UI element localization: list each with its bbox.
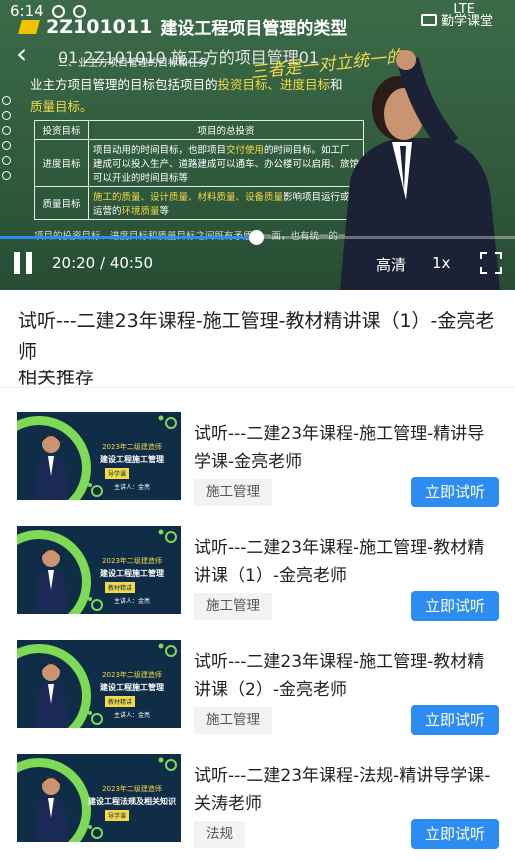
cell-text: 项目动用的时间目标，也即项目 bbox=[93, 145, 227, 156]
pause-icon bbox=[14, 252, 20, 274]
bullet-icon bbox=[2, 111, 11, 120]
slide-text-end: 质量目标。 bbox=[30, 99, 93, 114]
category-tag: 法规 bbox=[194, 821, 245, 848]
bullet-icon bbox=[2, 141, 11, 150]
thumb-type: 教材精讲 bbox=[105, 582, 136, 593]
pause-icon bbox=[26, 252, 32, 274]
chapter-header: 2Z101011 建设工程项目管理的类型 bbox=[18, 14, 348, 39]
bullet-icon bbox=[2, 156, 11, 165]
back-button[interactable]: ‹ bbox=[16, 40, 27, 68]
try-listen-button[interactable]: 立即试听 bbox=[411, 705, 499, 735]
decor-circles-icon bbox=[88, 711, 103, 725]
thumb-course: 建设工程施工管理 bbox=[100, 569, 164, 578]
fullscreen-icon[interactable] bbox=[480, 252, 502, 274]
recommendation-card[interactable]: 2023年二级建造师 建设工程法规及相关知识 导学课 试听---二建23年课程-… bbox=[0, 754, 515, 861]
table-cell-label: 质量目标 bbox=[34, 186, 89, 220]
cell-highlight: 环境质量 bbox=[121, 206, 160, 217]
recommendation-card[interactable]: 2023年二级建造师 建设工程施工管理 导学课 主讲人：金亮 试听---二建23… bbox=[0, 412, 515, 524]
bullet-icon bbox=[2, 171, 11, 180]
bullet-icon bbox=[2, 126, 11, 135]
try-listen-button[interactable]: 立即试听 bbox=[411, 477, 499, 507]
decor-dots-icon bbox=[158, 529, 177, 543]
chapter-mark-icon bbox=[18, 19, 40, 34]
decor-dots-icon bbox=[158, 757, 177, 771]
recommendation-card[interactable]: 2023年二级建造师 建设工程施工管理 教材精讲 主讲人：金亮 试听---二建2… bbox=[0, 640, 515, 752]
thumb-year: 2023年二级建造师 bbox=[102, 785, 162, 793]
course-thumbnail[interactable]: 2023年二级建造师 建设工程施工管理 教材精讲 主讲人：金亮 bbox=[17, 526, 181, 628]
brand-logo-icon bbox=[420, 13, 437, 26]
recommendation-title[interactable]: 试听---二建23年课程-法规-精讲导学课-关涛老师 bbox=[194, 762, 500, 818]
chapter-title: 建设工程项目管理的类型 bbox=[160, 19, 348, 39]
decor-dots-icon bbox=[158, 415, 177, 429]
thumb-year: 2023年二级建造师 bbox=[102, 443, 162, 451]
table-cell-label: 进度目标 bbox=[34, 139, 89, 187]
thumb-type: 导学课 bbox=[105, 810, 130, 821]
divider bbox=[0, 387, 515, 388]
thumb-type: 导学课 bbox=[105, 468, 130, 479]
cell-highlight: 交付使用 bbox=[226, 145, 265, 156]
category-tag: 施工管理 bbox=[194, 593, 272, 620]
decor-circles-icon bbox=[88, 483, 103, 497]
recommendation-title[interactable]: 试听---二建23年课程-施工管理-精讲导学课-金亮老师 bbox=[194, 420, 500, 476]
category-tag: 施工管理 bbox=[194, 479, 272, 506]
decor-circles-icon bbox=[88, 597, 103, 611]
table-header: 投资目标 bbox=[34, 120, 89, 140]
thumbnail-stripe bbox=[17, 728, 181, 742]
cell-highlight: 施工的质量、设计质量、材料质量、设备质量 bbox=[93, 192, 284, 203]
progress-bar[interactable] bbox=[0, 230, 515, 245]
category-tag: 施工管理 bbox=[194, 707, 272, 734]
thumb-type: 教材精讲 bbox=[105, 696, 136, 707]
try-listen-button[interactable]: 立即试听 bbox=[411, 819, 499, 849]
video-player[interactable]: 6:14 LTE 2Z101011 建设工程项目管理的类型 勤学课堂 ‹ 01 … bbox=[0, 0, 515, 290]
player-controls: 20:20 / 40:50 高清 1x bbox=[0, 244, 515, 284]
course-thumbnail[interactable]: 2023年二级建造师 建设工程施工管理 教材精讲 主讲人：金亮 bbox=[17, 640, 181, 742]
speed-button[interactable]: 1x bbox=[432, 254, 450, 272]
course-thumbnail[interactable]: 2023年二级建造师 建设工程施工管理 导学课 主讲人：金亮 bbox=[17, 412, 181, 514]
lecturer-photo bbox=[33, 777, 69, 848]
brand-logo: 勤学课堂 bbox=[420, 10, 493, 29]
decor-circles-icon bbox=[88, 825, 103, 839]
thumbnail-stripe bbox=[17, 500, 181, 514]
thumb-course: 建设工程施工管理 bbox=[100, 683, 164, 692]
recommendation-title[interactable]: 试听---二建23年课程-施工管理-教材精讲课（1）-金亮老师 bbox=[194, 534, 500, 590]
lecturer-photo bbox=[33, 663, 69, 734]
thumbnail-stripe bbox=[17, 842, 181, 856]
thumb-year: 2023年二级建造师 bbox=[102, 557, 162, 565]
bullet-icon bbox=[2, 96, 11, 105]
progress-fill bbox=[0, 236, 257, 239]
recommendation-card[interactable]: 2023年二级建造师 建设工程施工管理 教材精讲 主讲人：金亮 试听---二建2… bbox=[0, 526, 515, 638]
section-heading: 相关推荐 bbox=[18, 370, 95, 387]
course-thumbnail[interactable]: 2023年二级建造师 建设工程法规及相关知识 导学课 bbox=[17, 754, 181, 856]
recommendation-title[interactable]: 试听---二建23年课程-施工管理-教材精讲课（2）-金亮老师 bbox=[194, 648, 500, 704]
lecturer-photo bbox=[33, 549, 69, 620]
quality-button[interactable]: 高清 bbox=[376, 254, 406, 275]
decor-dots-icon bbox=[158, 643, 177, 657]
lecturer-photo bbox=[33, 435, 69, 506]
slide-heading: 三、业主方项目管理的目标和任务 bbox=[58, 58, 208, 69]
thumb-year: 2023年二级建造师 bbox=[102, 671, 162, 679]
slide-side-icons bbox=[2, 96, 11, 180]
time-display: 20:20 / 40:50 bbox=[52, 254, 154, 272]
slide-text-prefix: 业主方项目管理的目标包括项目的 bbox=[30, 77, 218, 92]
thumb-course: 建设工程施工管理 bbox=[100, 455, 164, 464]
try-listen-button[interactable]: 立即试听 bbox=[411, 591, 499, 621]
course-title: 试听---二建23年课程-施工管理-教材精讲课（1）-金亮老师 bbox=[18, 310, 495, 363]
pause-button[interactable] bbox=[14, 252, 34, 274]
brand-name: 勤学课堂 bbox=[440, 14, 493, 29]
cell-text: 等 bbox=[159, 206, 170, 217]
chapter-code: 2Z101011 bbox=[46, 15, 153, 38]
thumbnail-stripe bbox=[17, 614, 181, 628]
thumb-course: 建设工程法规及相关知识 bbox=[88, 797, 176, 806]
